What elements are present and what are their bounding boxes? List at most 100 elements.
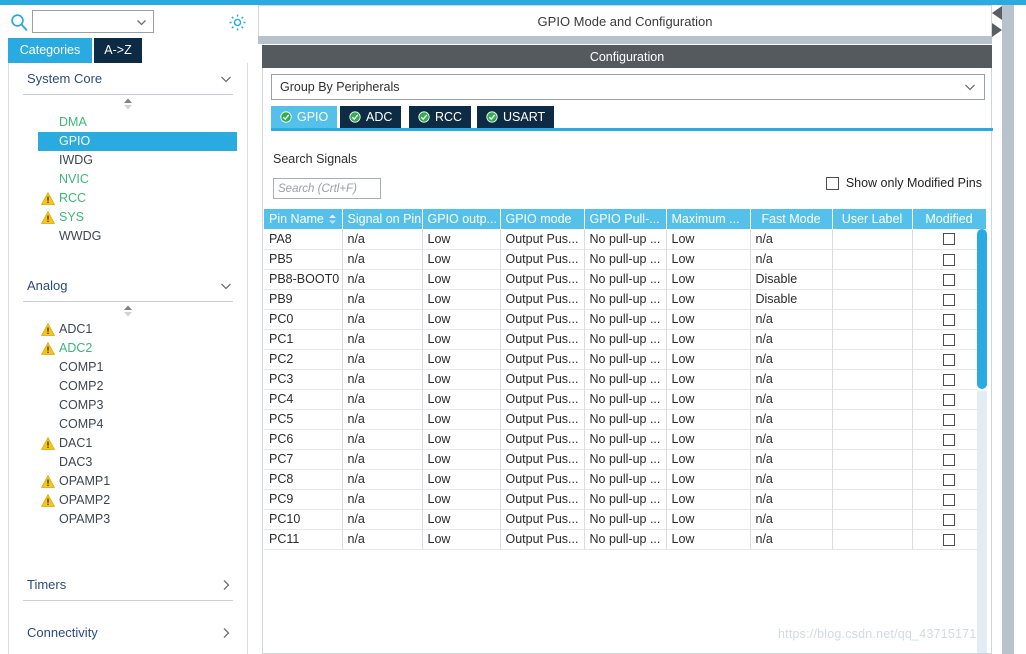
cell-fast-mode[interactable]: Disable — [750, 289, 833, 310]
cell-gpio-mode[interactable]: Output Pus... — [500, 229, 585, 250]
cell-maximum[interactable]: Low — [666, 389, 751, 410]
modified-checkbox[interactable] — [943, 393, 955, 406]
cell-gpio-output[interactable]: Low — [422, 309, 501, 330]
modified-checkbox[interactable] — [943, 233, 955, 246]
cell-gpio-pull[interactable]: No pull-up ... — [584, 249, 667, 270]
cell-fast-mode[interactable]: n/a — [750, 389, 833, 410]
column-header-fast-mode[interactable]: Fast Mode — [750, 209, 833, 229]
cell-modified[interactable] — [912, 449, 987, 470]
table-row[interactable]: PC9 n/a Low Output Pus... No pull-up ... Low n… — [264, 489, 987, 510]
cell-gpio-output[interactable]: Low — [422, 529, 501, 550]
cell-gpio-mode[interactable]: Output Pus... — [500, 449, 585, 470]
cell-modified[interactable] — [912, 329, 987, 350]
cell-gpio-mode[interactable]: Output Pus... — [500, 489, 585, 510]
cell-user-label[interactable] — [832, 449, 913, 470]
cell-gpio-pull[interactable]: No pull-up ... — [584, 469, 667, 490]
cell-gpio-mode[interactable]: Output Pus... — [500, 309, 585, 330]
sidebar-item-comp4[interactable]: COMP4 — [9, 415, 247, 434]
cell-gpio-output[interactable]: Low — [422, 489, 501, 510]
sidebar-group-analog[interactable]: Analog — [9, 270, 247, 301]
cell-fast-mode[interactable]: Disable — [750, 269, 833, 290]
cell-gpio-pull[interactable]: No pull-up ... — [584, 289, 667, 310]
cell-gpio-output[interactable]: Low — [422, 449, 501, 470]
sidebar-item-comp2[interactable]: COMP2 — [9, 377, 247, 396]
cell-pin-name[interactable]: PC11 — [264, 529, 343, 550]
modified-checkbox[interactable] — [943, 433, 955, 446]
cell-user-label[interactable] — [832, 469, 913, 490]
cell-modified[interactable] — [912, 249, 987, 270]
sidebar-group-connectivity[interactable]: Connectivity — [9, 617, 247, 648]
sidebar-item-dac3[interactable]: DAC3 — [9, 453, 247, 472]
cell-pin-name[interactable]: PC3 — [264, 369, 343, 390]
cell-gpio-mode[interactable]: Output Pus... — [500, 429, 585, 450]
scrollbar-track[interactable] — [977, 391, 987, 653]
cell-gpio-output[interactable]: Low — [422, 269, 501, 290]
cell-gpio-pull[interactable]: No pull-up ... — [584, 329, 667, 350]
table-row[interactable]: PA8 n/a Low Output Pus... No pull-up ... Low n… — [264, 229, 987, 250]
cell-user-label[interactable] — [832, 429, 913, 450]
cell-user-label[interactable] — [832, 509, 913, 530]
cell-pin-name[interactable]: PA8 — [264, 229, 343, 250]
cell-gpio-output[interactable]: Low — [422, 389, 501, 410]
cell-pin-name[interactable]: PC6 — [264, 429, 343, 450]
cell-gpio-mode[interactable]: Output Pus... — [500, 529, 585, 550]
cell-gpio-pull[interactable]: No pull-up ... — [584, 429, 667, 450]
cell-maximum[interactable]: Low — [666, 469, 751, 490]
cell-pin-name[interactable]: PC10 — [264, 509, 343, 530]
cell-modified[interactable] — [912, 489, 987, 510]
table-row[interactable]: PC11 n/a Low Output Pus... No pull-up ... Low… — [264, 529, 987, 550]
cell-gpio-mode[interactable]: Output Pus... — [500, 329, 585, 350]
sidebar-item-nvic[interactable]: NVIC — [9, 170, 247, 189]
sidebar-item-adc1[interactable]: ADC1 — [9, 320, 247, 339]
cell-modified[interactable] — [912, 269, 987, 290]
cell-user-label[interactable] — [832, 289, 913, 310]
modified-checkbox[interactable] — [943, 373, 955, 386]
modified-checkbox[interactable] — [943, 473, 955, 486]
cell-gpio-output[interactable]: Low — [422, 329, 501, 350]
cell-signal-on-pin[interactable]: n/a — [342, 409, 423, 430]
cell-fast-mode[interactable]: n/a — [750, 469, 833, 490]
cell-gpio-pull[interactable]: No pull-up ... — [584, 389, 667, 410]
cell-maximum[interactable]: Low — [666, 489, 751, 510]
cell-pin-name[interactable]: PC1 — [264, 329, 343, 350]
cell-signal-on-pin[interactable]: n/a — [342, 229, 423, 250]
cell-pin-name[interactable]: PC0 — [264, 309, 343, 330]
cell-fast-mode[interactable]: n/a — [750, 369, 833, 390]
cell-gpio-pull[interactable]: No pull-up ... — [584, 409, 667, 430]
scrollbar-thumb[interactable] — [977, 229, 987, 389]
cell-gpio-output[interactable]: Low — [422, 369, 501, 390]
cell-gpio-mode[interactable]: Output Pus... — [500, 509, 585, 530]
cell-gpio-pull[interactable]: No pull-up ... — [584, 509, 667, 530]
cell-pin-name[interactable]: PB8-BOOT0 — [264, 269, 343, 290]
cell-pin-name[interactable]: PC5 — [264, 409, 343, 430]
modified-checkbox[interactable] — [943, 353, 955, 366]
table-row[interactable]: PC8 n/a Low Output Pus... No pull-up ... Low n… — [264, 469, 987, 490]
cell-user-label[interactable] — [832, 529, 913, 550]
cell-maximum[interactable]: Low — [666, 529, 751, 550]
table-row[interactable]: PC10 n/a Low Output Pus... No pull-up ... Low… — [264, 509, 987, 530]
modified-checkbox[interactable] — [943, 413, 955, 426]
cell-modified[interactable] — [912, 369, 987, 390]
column-header-gpio-pull[interactable]: GPIO Pull-... — [584, 209, 667, 229]
cell-user-label[interactable] — [832, 329, 913, 350]
sidebar-item-iwdg[interactable]: IWDG — [9, 151, 247, 170]
sidebar-search-combo[interactable] — [32, 10, 154, 33]
cell-modified[interactable] — [912, 429, 987, 450]
cell-gpio-pull[interactable]: No pull-up ... — [584, 229, 667, 250]
cell-modified[interactable] — [912, 469, 987, 490]
cell-maximum[interactable]: Low — [666, 409, 751, 430]
table-row[interactable]: PB8-BOOT0 n/a Low Output Pus... No pull-up .… — [264, 269, 987, 290]
sidebar-group-system-core[interactable]: System Core — [9, 63, 247, 94]
cell-fast-mode[interactable]: n/a — [750, 489, 833, 510]
column-header-signal-on-pin[interactable]: Signal on Pin — [342, 209, 423, 229]
cell-signal-on-pin[interactable]: n/a — [342, 429, 423, 450]
modified-checkbox[interactable] — [943, 493, 955, 506]
cell-user-label[interactable] — [832, 369, 913, 390]
sidebar-item-dma[interactable]: DMA — [9, 113, 247, 132]
cell-modified[interactable] — [912, 409, 987, 430]
cell-maximum[interactable]: Low — [666, 249, 751, 270]
cell-gpio-output[interactable]: Low — [422, 509, 501, 530]
cell-maximum[interactable]: Low — [666, 309, 751, 330]
cell-gpio-mode[interactable]: Output Pus... — [500, 389, 585, 410]
cell-signal-on-pin[interactable]: n/a — [342, 369, 423, 390]
